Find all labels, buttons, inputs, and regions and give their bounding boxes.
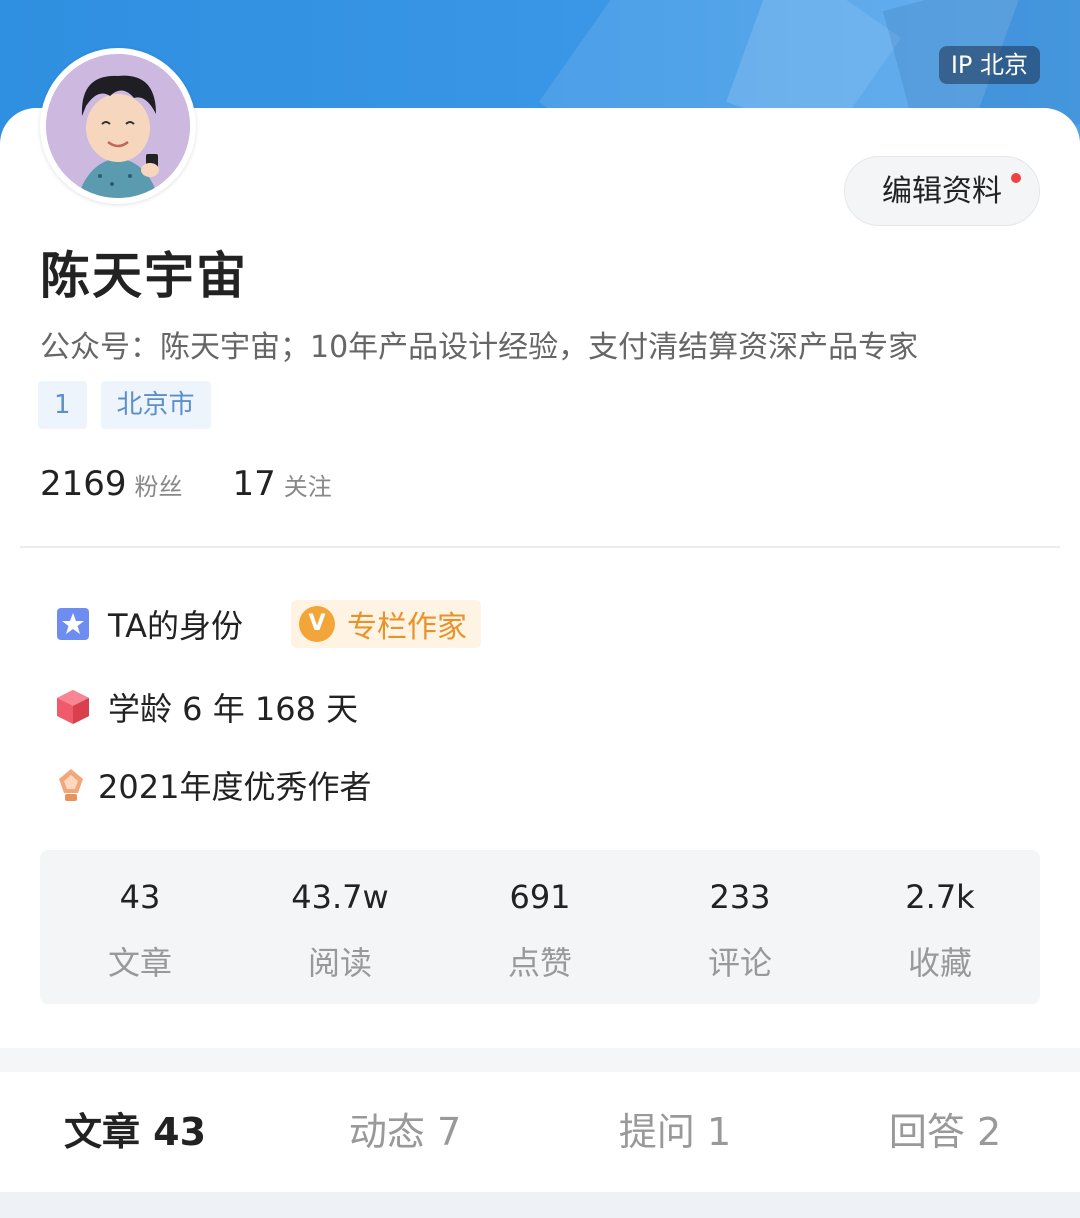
avatar-image [46,54,190,198]
stat-value: 43 [119,878,161,916]
stat-likes[interactable]: 691 点赞 [440,850,640,1004]
columnist-label: 专栏作家 [346,610,467,645]
avatar[interactable] [40,48,196,204]
stat-label: 文章 [107,944,172,982]
stat-comments[interactable]: 233 评论 [640,850,840,1004]
content-tabs: 文章 43 动态 7 提问 1 回答 2 [0,1072,1080,1192]
tab-answers[interactable]: 回答 2 [810,1072,1080,1192]
section-gap [0,1048,1080,1072]
school-age-text: 学龄 6 年 168 天 [108,690,359,728]
award-text: 2021年度优秀作者 [98,768,372,806]
profile-name: 陈天宇宙 [40,247,248,305]
profile-bio: 公众号：陈天宇宙；10年产品设计经验，支付清结算资深产品专家 [40,330,919,365]
columnist-badge[interactable]: V 专栏作家 [290,600,481,648]
stat-articles[interactable]: 43 文章 [40,850,240,1004]
stat-label: 评论 [707,944,772,982]
stat-label: 点赞 [507,944,572,982]
stat-value: 691 [509,878,571,916]
identity-star-icon [57,608,89,640]
edit-profile-button[interactable]: 编辑资料 [844,156,1040,226]
school-age-row: 学龄 6 年 168 天 [56,684,358,730]
tab-articles[interactable]: 文章 43 [0,1072,270,1192]
bottom-strip [0,1192,1080,1218]
stat-value: 2.7k [905,878,975,916]
followers-label[interactable]: 粉丝 [135,467,183,502]
stats-panel: 43 文章 43.7w 阅读 691 点赞 233 评论 2.7k 收藏 [40,850,1040,1004]
stat-favorites[interactable]: 2.7k 收藏 [840,850,1040,1004]
tab-activity[interactable]: 动态 7 [270,1072,540,1192]
tag-level[interactable]: 1 [38,381,87,429]
stat-value: 43.7w [291,878,389,916]
stat-value: 233 [709,878,771,916]
stat-label: 阅读 [307,944,372,982]
notification-dot [1011,173,1021,183]
follow-stats: 2169 粉丝 17 关注 [40,464,382,504]
stat-reads[interactable]: 43.7w 阅读 [240,850,440,1004]
cube-icon [57,690,89,724]
identity-row: TA的身份 V 专栏作家 [56,600,481,648]
followers-count[interactable]: 2169 [40,464,127,504]
divider [20,546,1060,548]
award-row: 2021年度优秀作者 [56,762,371,808]
verified-v-icon: V [298,606,335,642]
award-medal-icon [59,769,83,801]
tag-location[interactable]: 北京市 [100,381,211,429]
following-label[interactable]: 关注 [284,467,332,502]
following-count[interactable]: 17 [233,464,276,504]
identity-title: TA的身份 [108,607,243,645]
avatar-cartoon-icon [46,54,190,198]
tab-questions[interactable]: 提问 1 [540,1072,810,1192]
ip-location-badge: IP 北京 [938,46,1040,84]
stat-label: 收藏 [907,944,972,982]
profile-card: 编辑资料 陈天宇宙 公众号：陈天宇宙；10年产品设计经验，支付清结算资深产品专家… [0,108,1080,1048]
edit-profile-label: 编辑资料 [882,174,1002,209]
profile-tags: 1 北京市 [38,381,211,429]
